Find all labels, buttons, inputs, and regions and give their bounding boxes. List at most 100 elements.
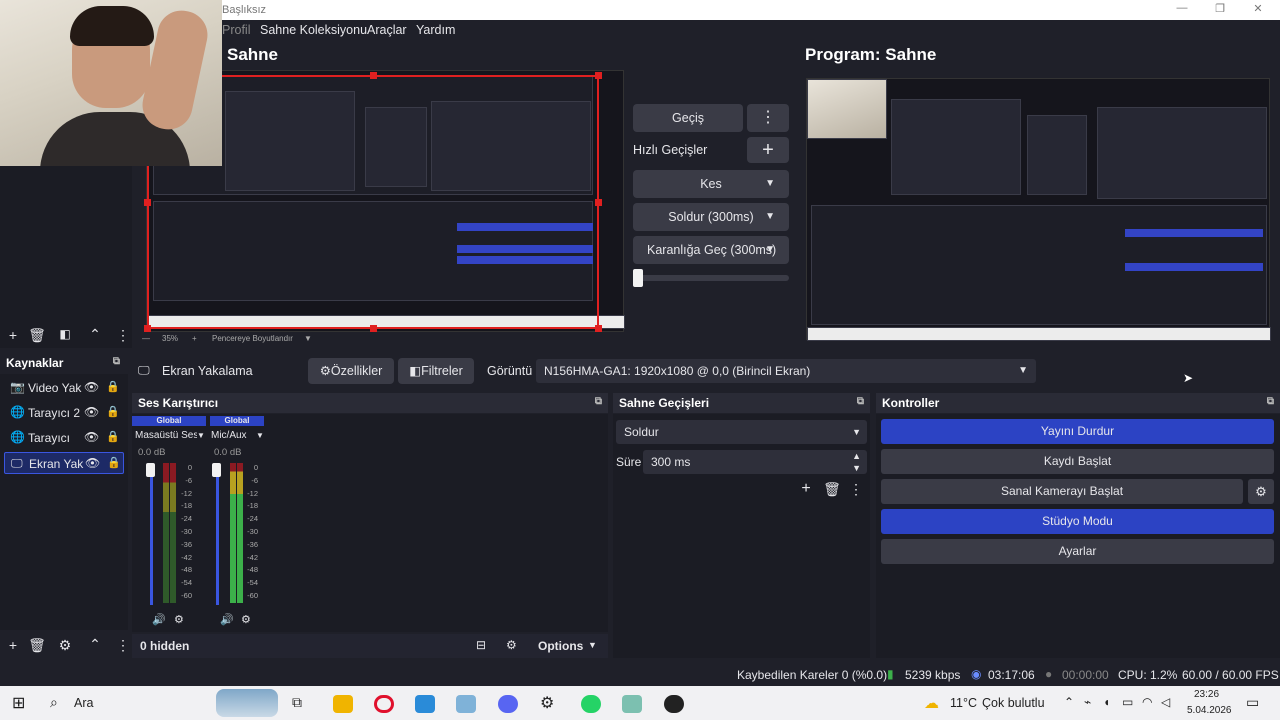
eye-icon[interactable]: 👁	[84, 380, 99, 394]
options-button[interactable]: Options	[538, 639, 583, 653]
resize-handle[interactable]	[595, 325, 602, 332]
channel-name-desktop[interactable]: Masaüstü Ses	[135, 430, 197, 441]
eye-icon[interactable]: 👁	[85, 456, 100, 470]
chevron-down-icon[interactable]: ▼	[765, 203, 775, 231]
obs-icon[interactable]	[664, 695, 684, 713]
usb-icon[interactable]: ⌁	[1084, 695, 1091, 709]
studio-mode-button[interactable]: Stüdyo Modu	[881, 509, 1274, 534]
resize-handle[interactable]	[595, 72, 602, 79]
lock-icon[interactable]: 🔒	[106, 380, 120, 393]
dock-icon[interactable]: ⧉	[1267, 396, 1274, 407]
chevron-down-icon[interactable]: ▼	[256, 431, 264, 440]
speaker-icon[interactable]: 🔊	[220, 613, 234, 626]
zoom-in-button[interactable]: +	[192, 334, 197, 343]
properties-button[interactable]: ⚙Özellikler	[308, 358, 394, 384]
wifi-icon[interactable]: ◠	[1142, 695, 1152, 709]
taskbar-search[interactable]: Ara	[74, 696, 93, 710]
scenes-list[interactable]	[0, 166, 132, 348]
clock-time[interactable]: 23:26	[1194, 689, 1219, 700]
gear-icon[interactable]: ⚙	[56, 637, 74, 654]
search-icon[interactable]: ⌕	[50, 694, 58, 711]
source-item[interactable]: 🌐 Tarayıcı 👁 🔒	[4, 427, 124, 449]
add-source-button[interactable]: +	[4, 637, 22, 653]
dock-icon[interactable]: ⧉	[113, 356, 120, 367]
remove-transition-button[interactable]: 🗑	[823, 481, 841, 498]
duration-spinbox[interactable]: 300 ms ▲ ▼	[643, 450, 867, 474]
task-view-icon[interactable]: ⧉	[292, 694, 302, 711]
lock-icon[interactable]: 🔒	[107, 456, 121, 469]
clock-date[interactable]: 5.04.2026	[1187, 705, 1232, 716]
move-scene-up-button[interactable]: ⌃	[86, 326, 104, 343]
file-explorer-icon[interactable]	[333, 695, 353, 713]
resize-handle[interactable]	[370, 72, 377, 79]
volume-icon[interactable]: ◁	[1161, 695, 1170, 709]
eye-icon[interactable]: 👁	[84, 405, 99, 419]
resize-handle[interactable]	[370, 325, 377, 332]
menu-profil[interactable]: Profil	[222, 23, 250, 37]
start-recording-button[interactable]: Kaydı Başlat	[881, 449, 1274, 474]
minimize-button[interactable]: —	[1168, 2, 1196, 18]
app-icon[interactable]	[622, 695, 642, 713]
app-icon[interactable]	[415, 695, 435, 713]
zoom-out-button[interactable]: —	[142, 334, 150, 343]
chevron-down-icon[interactable]: ▼	[765, 170, 775, 198]
spin-down-icon[interactable]: ▼	[852, 456, 861, 480]
scene-filters-button[interactable]: ◧	[56, 327, 74, 341]
resize-handle[interactable]	[144, 199, 151, 206]
menu-help[interactable]: Yardım	[416, 23, 455, 37]
chevron-down-icon[interactable]: ▼	[197, 431, 205, 440]
quick-transition-fade[interactable]: Soldur (300ms) ▼	[633, 203, 789, 231]
transition-slider-track[interactable]	[633, 275, 789, 281]
gear-icon[interactable]: ⚙	[1248, 479, 1274, 504]
transition-menu-button[interactable]: ⋮	[747, 104, 789, 132]
volume-slider-thumb[interactable]	[146, 463, 155, 477]
layout-toggle-icon[interactable]: ⊟	[476, 638, 486, 652]
chevron-down-icon[interactable]: ▼	[1018, 359, 1028, 383]
dock-icon[interactable]: ⧉	[595, 396, 602, 407]
gear-icon[interactable]: ⚙	[174, 613, 184, 626]
speaker-icon[interactable]: 🔊	[152, 613, 166, 626]
move-source-up-button[interactable]: ⌃	[86, 636, 104, 653]
chevron-down-icon[interactable]: ▼	[588, 640, 597, 650]
close-button[interactable]: ✕	[1244, 2, 1272, 18]
volume-slider-thumb[interactable]	[212, 463, 221, 477]
quick-transition-fade-black[interactable]: Karanlığa Geç (300ms) ▼	[633, 236, 789, 264]
quick-transition-cut[interactable]: Kes ▼	[633, 170, 789, 198]
transition-select[interactable]: Soldur ▼	[616, 420, 867, 444]
notification-icon[interactable]: ▭	[1246, 694, 1259, 711]
source-menu-button[interactable]: ⋮	[114, 637, 132, 654]
settings-button[interactable]: Ayarlar	[881, 539, 1274, 564]
resize-to-window-button[interactable]: Pencereye Boyutlandır	[212, 334, 293, 343]
scene-menu-button[interactable]: ⋮	[114, 327, 132, 344]
lock-icon[interactable]: 🔒	[106, 405, 120, 418]
volume-slider-track[interactable]	[150, 463, 153, 605]
display-select[interactable]: N156HMA-GA1: 1920x1080 @ 0,0 (Birincil E…	[536, 359, 1036, 383]
channel-name-mic[interactable]: Mic/Aux	[211, 430, 247, 441]
source-item[interactable]: 🌐 Tarayıcı 2 👁 🔒	[4, 402, 124, 424]
advanced-audio-icon[interactable]: ⚙	[506, 638, 517, 652]
weather-temp[interactable]: 11°C	[950, 696, 977, 710]
whatsapp-icon[interactable]	[581, 695, 601, 713]
gear-icon[interactable]: ⚙	[241, 613, 251, 626]
photos-icon[interactable]	[456, 695, 476, 713]
add-scene-button[interactable]: +	[4, 327, 22, 343]
add-transition-button[interactable]: +	[797, 480, 815, 498]
battery-icon[interactable]: ▭	[1122, 695, 1133, 709]
taskbar-widget-image[interactable]	[216, 689, 278, 717]
lock-icon[interactable]: 🔒	[106, 430, 120, 443]
filters-button[interactable]: ◧Filtreler	[398, 358, 474, 384]
chevron-down-icon[interactable]: ▼	[765, 236, 775, 264]
windows-start-icon[interactable]: ⊞	[12, 693, 25, 713]
source-item-selected[interactable]: 🖵 Ekran Yak 👁 🔒	[4, 452, 124, 474]
opera-icon[interactable]	[374, 695, 394, 713]
remove-scene-button[interactable]: 🗑	[28, 327, 46, 344]
source-item[interactable]: 📷 Video Yak 👁 🔒	[4, 377, 124, 399]
eye-icon[interactable]: 👁	[84, 430, 99, 444]
weather-desc[interactable]: Çok bulutlu	[982, 696, 1045, 710]
chevron-down-icon[interactable]: ▼	[304, 334, 312, 343]
start-virtual-camera-button[interactable]: Sanal Kamerayı Başlat	[881, 479, 1243, 504]
volume-slider-track[interactable]	[216, 463, 219, 605]
maximize-button[interactable]: ❐	[1206, 2, 1234, 18]
remove-source-button[interactable]: 🗑	[28, 637, 46, 654]
hidden-count[interactable]: 0 hidden	[140, 639, 189, 653]
